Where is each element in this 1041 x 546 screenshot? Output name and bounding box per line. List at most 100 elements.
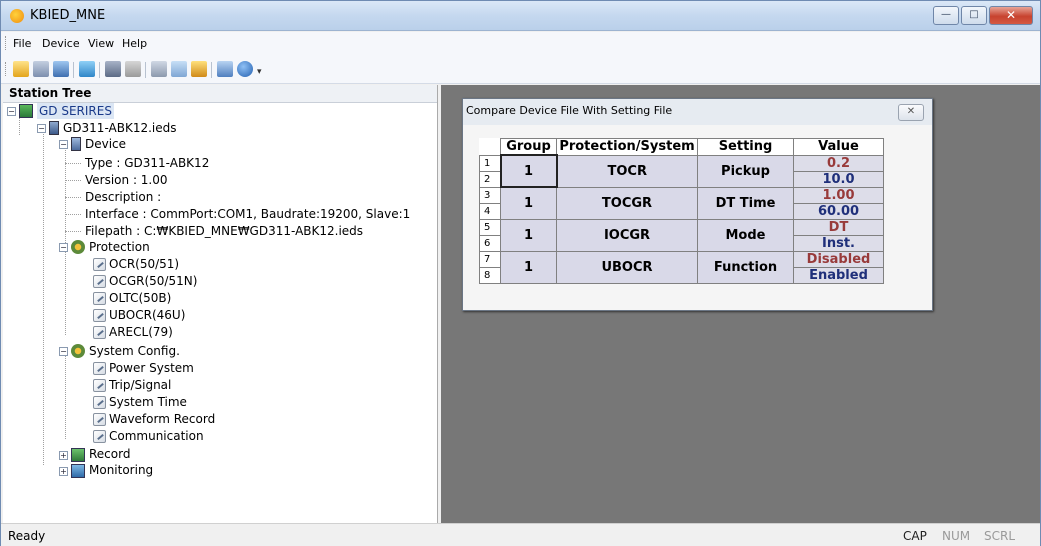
setting-cell[interactable]: DT Time: [697, 186, 794, 220]
file-value-cell[interactable]: 60.00: [793, 202, 884, 220]
status-bar: Ready CAP NUM SCRL: [1, 523, 1040, 546]
setting-cell[interactable]: Pickup: [697, 154, 794, 188]
send-icon[interactable]: [105, 61, 121, 77]
tree-record[interactable]: Record: [89, 446, 130, 462]
group-cell[interactable]: 1: [500, 250, 557, 284]
tree-device[interactable]: Device: [85, 136, 126, 152]
device-value-cell[interactable]: 0.2: [793, 154, 884, 172]
tree-system-config[interactable]: System Config.: [89, 343, 180, 359]
toolbar-overflow-icon[interactable]: ▾: [257, 61, 265, 77]
row-number: 1: [479, 154, 501, 172]
setting-leaf-icon: [93, 379, 106, 392]
title-bar[interactable]: KBIED_MNE — □ ✕: [1, 1, 1040, 31]
list-icon[interactable]: [191, 61, 207, 77]
menu-file[interactable]: File: [13, 37, 31, 50]
monitoring-icon: [71, 464, 85, 478]
tree-icon[interactable]: [79, 61, 95, 77]
tree-protection-oltc[interactable]: OLTC(50B): [109, 290, 171, 306]
protection-cell[interactable]: TOCGR: [556, 186, 698, 220]
connect-icon[interactable]: [53, 61, 69, 77]
app-logo-icon: [10, 9, 24, 23]
monitoring-expand-toggle[interactable]: +: [59, 467, 68, 476]
dialog-close-button[interactable]: ✕: [898, 104, 924, 121]
menu-view[interactable]: View: [88, 37, 114, 50]
tree-monitoring[interactable]: Monitoring: [89, 462, 153, 478]
tree-protection[interactable]: Protection: [89, 239, 150, 255]
tree-protection-ocr[interactable]: OCR(50/51): [109, 256, 179, 272]
receive-icon[interactable]: [125, 61, 141, 77]
file-value-cell[interactable]: 10.0: [793, 170, 884, 188]
device-version: Version : 1.00: [85, 173, 168, 187]
tree-system-time[interactable]: System Time: [109, 394, 187, 410]
setting-leaf-icon: [93, 326, 106, 339]
dialog-title[interactable]: Compare Device File With Setting File: [463, 99, 932, 125]
tree-protection-ubocr[interactable]: UBOCR(46U): [109, 307, 185, 323]
menu-grip[interactable]: [5, 36, 8, 50]
setting-leaf-icon: [93, 396, 106, 409]
window-title: KBIED_MNE: [30, 8, 106, 23]
file-value-cell[interactable]: Enabled: [793, 266, 884, 284]
group-cell[interactable]: 1: [499, 154, 558, 188]
setting-leaf-icon: [93, 292, 106, 305]
row-number: 5: [479, 218, 501, 236]
station-tree[interactable]: − GD SERIRES − GD311-ABK12.ieds − Device…: [3, 103, 437, 521]
device-icon: [71, 137, 81, 151]
table-row[interactable]: 1 1 TOCR Pickup 0.2: [479, 154, 884, 188]
tree-protection-arecl[interactable]: ARECL(79): [109, 324, 173, 340]
protection-cell[interactable]: IOCGR: [556, 218, 698, 252]
help-icon[interactable]: [237, 61, 253, 77]
table-row[interactable]: 3 1 TOCGR DT Time 1.00: [479, 186, 884, 220]
device-value-cell[interactable]: Disabled: [793, 250, 884, 268]
tree-protection-ocgr[interactable]: OCGR(50/51N): [109, 273, 197, 289]
menu-help[interactable]: Help: [122, 37, 147, 50]
column-header-value: Value: [793, 138, 884, 156]
monitor-icon[interactable]: [171, 61, 187, 77]
protection-cell[interactable]: UBOCR: [556, 250, 698, 284]
protection-cell[interactable]: TOCR: [556, 154, 698, 188]
tree-waveform-record[interactable]: Waveform Record: [109, 411, 215, 427]
save-icon[interactable]: [33, 61, 49, 77]
menu-device[interactable]: Device: [42, 37, 80, 50]
toolbar: ▾: [1, 54, 1040, 84]
tree-power-system[interactable]: Power System: [109, 360, 194, 376]
tree-ied-file[interactable]: GD311-ABK12.ieds: [63, 120, 177, 136]
table-row[interactable]: 7 1 UBOCR Function Disabled: [479, 250, 884, 284]
close-button[interactable]: ✕: [989, 6, 1033, 25]
minimize-button[interactable]: —: [933, 6, 959, 25]
window-icon[interactable]: [217, 61, 233, 77]
group-cell[interactable]: 1: [500, 218, 557, 252]
device-value-cell[interactable]: 1.00: [793, 186, 884, 204]
open-icon[interactable]: [13, 61, 29, 77]
record-icon: [71, 448, 85, 462]
compare-table: Group Protection/System Setting Value 1 …: [479, 138, 884, 284]
maximize-button[interactable]: □: [961, 6, 987, 25]
root-collapse-toggle[interactable]: −: [7, 107, 16, 116]
status-num: NUM: [942, 529, 971, 543]
setting-cell[interactable]: Function: [697, 250, 794, 284]
tree-line: [65, 180, 81, 181]
group-cell[interactable]: 1: [500, 186, 557, 220]
menu-bar: File Device View Help: [1, 32, 1040, 54]
row-number: 7: [479, 250, 501, 268]
ied-collapse-toggle[interactable]: −: [37, 124, 46, 133]
toolbar-grip[interactable]: [5, 62, 8, 76]
device-collapse-toggle[interactable]: −: [59, 140, 68, 149]
tree-root-gd-series[interactable]: GD SERIRES: [37, 103, 114, 119]
table-row[interactable]: 5 1 IOCGR Mode DT: [479, 218, 884, 252]
setting-cell[interactable]: Mode: [697, 218, 794, 252]
record-expand-toggle[interactable]: +: [59, 451, 68, 460]
settings-icon[interactable]: [151, 61, 167, 77]
tree-communication[interactable]: Communication: [109, 428, 204, 444]
station-tree-panel: Station Tree − GD SERIRES − GD311-ABK12.…: [3, 85, 438, 523]
file-value-cell[interactable]: Inst.: [793, 234, 884, 252]
station-tree-header: Station Tree: [3, 85, 437, 103]
status-text: Ready: [8, 529, 46, 543]
protection-collapse-toggle[interactable]: −: [59, 243, 68, 252]
toolbar-separator: [99, 62, 100, 78]
device-value-cell[interactable]: DT: [793, 218, 884, 236]
setting-leaf-icon: [93, 275, 106, 288]
system-config-collapse-toggle[interactable]: −: [59, 347, 68, 356]
tree-trip-signal[interactable]: Trip/Signal: [109, 377, 171, 393]
row-number: 3: [479, 186, 501, 204]
corner-cell: [479, 138, 501, 156]
